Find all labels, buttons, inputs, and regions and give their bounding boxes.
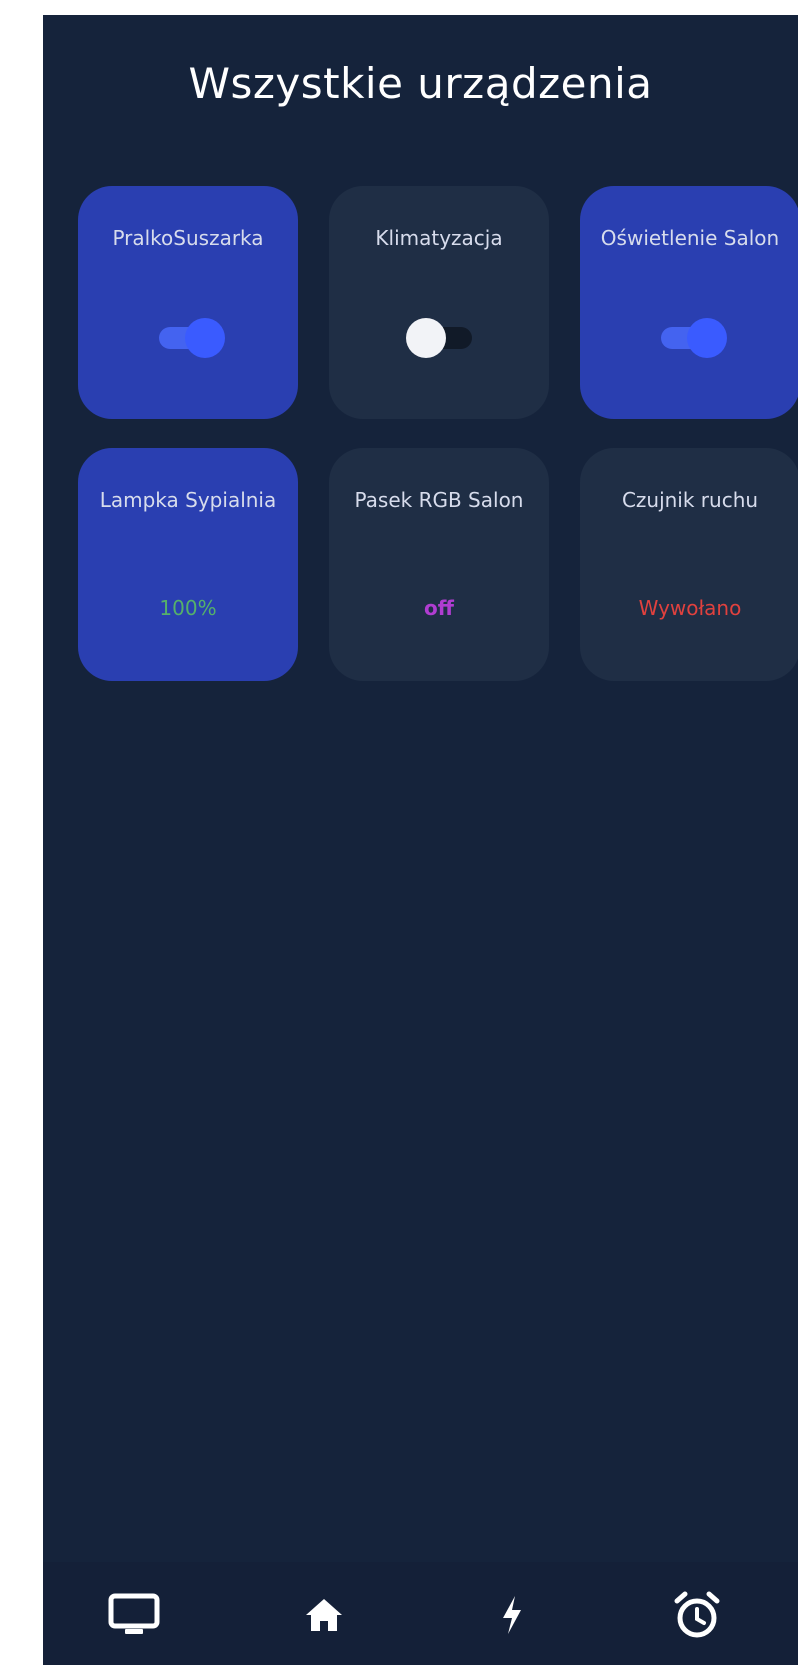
device-name: Oświetlenie Salon bbox=[600, 226, 780, 250]
app-screen: Wszystkie urządzenia PralkoSuszarka Klim… bbox=[43, 15, 798, 1665]
nav-alarms[interactable] bbox=[667, 1590, 727, 1640]
lightning-icon bbox=[503, 1596, 521, 1634]
bottom-navigation bbox=[43, 1562, 798, 1665]
alarm-clock-icon bbox=[674, 1591, 720, 1638]
home-icon bbox=[306, 1599, 342, 1631]
device-name: Pasek RGB Salon bbox=[354, 488, 524, 512]
device-tile-pasek-rgb-salon[interactable]: Pasek RGB Salon off bbox=[329, 448, 549, 681]
device-value: 100% bbox=[159, 596, 217, 620]
device-toggle[interactable] bbox=[155, 316, 225, 360]
nav-devices[interactable] bbox=[104, 1590, 164, 1640]
nav-home[interactable] bbox=[294, 1590, 354, 1640]
device-name: Lampka Sypialnia bbox=[99, 488, 277, 512]
toggle-knob bbox=[185, 318, 225, 358]
device-tile-lampka-sypialnia[interactable]: Lampka Sypialnia 100% bbox=[78, 448, 298, 681]
device-value: Wywołano bbox=[638, 596, 742, 620]
nav-energy[interactable] bbox=[482, 1590, 542, 1640]
device-tile-oswietlenie-salon[interactable]: Oświetlenie Salon bbox=[580, 186, 798, 419]
toggle-knob bbox=[406, 318, 446, 358]
device-toggle[interactable] bbox=[406, 316, 476, 360]
device-toggle[interactable] bbox=[657, 316, 727, 360]
device-name: Czujnik ruchu bbox=[621, 488, 759, 512]
device-tile-pralkosuszarka[interactable]: PralkoSuszarka bbox=[78, 186, 298, 419]
device-name: PralkoSuszarka bbox=[112, 226, 264, 250]
device-tile-czujnik-ruchu[interactable]: Czujnik ruchu Wywołano bbox=[580, 448, 798, 681]
device-value: off bbox=[424, 596, 454, 620]
page-title: Wszystkie urządzenia bbox=[188, 59, 653, 108]
device-tile-klimatyzacja[interactable]: Klimatyzacja bbox=[329, 186, 549, 419]
monitor-icon bbox=[108, 1593, 160, 1634]
toggle-knob bbox=[687, 318, 727, 358]
device-name: Klimatyzacja bbox=[375, 226, 503, 250]
